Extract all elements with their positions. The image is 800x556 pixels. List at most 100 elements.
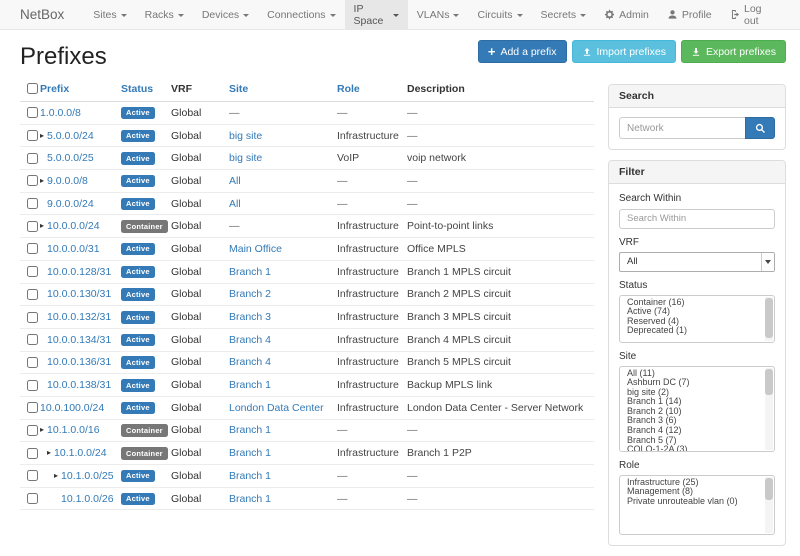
site-link[interactable]: big site xyxy=(229,152,262,164)
search-input[interactable] xyxy=(619,117,745,139)
prefix-link[interactable]: 10.0.0.136/31 xyxy=(47,356,111,368)
site-link[interactable]: Main Office xyxy=(229,243,282,255)
search-within-input[interactable] xyxy=(619,209,775,229)
prefix-link[interactable]: 10.1.0.0/25 xyxy=(61,470,114,482)
row-checkbox[interactable] xyxy=(27,289,38,300)
prefix-link[interactable]: 10.0.0.130/31 xyxy=(47,288,111,300)
description-cell: — xyxy=(407,470,594,482)
description-cell: voip network xyxy=(407,152,594,164)
row-checkbox[interactable] xyxy=(27,493,38,504)
nav-item-ip-space[interactable]: IP Space xyxy=(345,0,408,29)
site-link[interactable]: big site xyxy=(229,130,262,142)
nav-item-vlans[interactable]: VLANs xyxy=(408,0,469,29)
prefix-link[interactable]: 10.0.0.138/31 xyxy=(47,379,111,391)
prefix-link[interactable]: 5.0.0.0/25 xyxy=(47,152,94,164)
nav-item-connections[interactable]: Connections xyxy=(258,0,344,29)
row-checkbox[interactable] xyxy=(27,221,38,232)
admin-link[interactable]: Admin xyxy=(595,0,658,29)
site-link[interactable]: Branch 1 xyxy=(229,379,271,391)
site-link[interactable]: Branch 3 xyxy=(229,311,271,323)
site-link[interactable]: Branch 1 xyxy=(229,447,271,459)
expand-arrow-icon: ▸ xyxy=(40,131,44,140)
add-prefix-button[interactable]: + Add a prefix xyxy=(478,40,567,63)
site-link[interactable]: Branch 1 xyxy=(229,470,271,482)
export-prefixes-button[interactable]: Export prefixes xyxy=(681,40,786,63)
role-cell: Infrastructure xyxy=(337,243,407,255)
scrollbar-thumb[interactable] xyxy=(765,298,773,338)
site-link[interactable]: Branch 2 xyxy=(229,288,271,300)
filter-option[interactable]: Private unrouteable vlan (0) xyxy=(620,497,774,507)
prefix-link[interactable]: 10.0.0.128/31 xyxy=(47,266,111,278)
logout-link[interactable]: Log out xyxy=(721,0,786,29)
chevron-down-icon xyxy=(517,14,523,17)
row-checkbox[interactable] xyxy=(27,334,38,345)
prefix-link[interactable]: 10.0.0.0/24 xyxy=(47,220,100,232)
row-checkbox[interactable] xyxy=(27,130,38,141)
filter-option[interactable]: COLO-1-2A (3) xyxy=(620,445,774,451)
row-checkbox[interactable] xyxy=(27,312,38,323)
row-checkbox[interactable] xyxy=(27,425,38,436)
row-checkbox-cell xyxy=(20,153,40,164)
site-listbox: All (11)Ashburn DC (7)big site (2)Branch… xyxy=(619,366,775,452)
prefix-link[interactable]: 10.0.0.134/31 xyxy=(47,334,111,346)
prefix-link[interactable]: 10.0.100.0/24 xyxy=(40,402,104,414)
row-checkbox[interactable] xyxy=(27,198,38,209)
search-button[interactable] xyxy=(745,117,775,139)
nav-item-sites[interactable]: Sites xyxy=(84,0,135,29)
site-link[interactable]: Branch 4 xyxy=(229,334,271,346)
site-link[interactable]: Branch 1 xyxy=(229,266,271,278)
nav-item-circuits[interactable]: Circuits xyxy=(468,0,531,29)
scrollbar-thumb[interactable] xyxy=(765,369,773,395)
row-checkbox[interactable] xyxy=(27,107,38,118)
select-all-checkbox[interactable] xyxy=(27,83,38,94)
column-header-prefix[interactable]: Prefix xyxy=(40,83,121,95)
row-checkbox-cell xyxy=(20,334,40,345)
prefix-link[interactable]: 1.0.0.0/8 xyxy=(40,107,81,119)
nav-item-racks[interactable]: Racks xyxy=(136,0,193,29)
site-link[interactable]: London Data Center xyxy=(229,402,324,414)
nav-item-label: Circuits xyxy=(477,9,512,21)
site-link[interactable]: Branch 1 xyxy=(229,493,271,505)
row-checkbox[interactable] xyxy=(27,243,38,254)
prefix-link[interactable]: 10.1.0.0/24 xyxy=(54,447,107,459)
site-link[interactable]: All xyxy=(229,175,241,187)
row-checkbox[interactable] xyxy=(27,448,38,459)
nav-item-devices[interactable]: Devices xyxy=(193,0,258,29)
row-checkbox[interactable] xyxy=(27,153,38,164)
empty-dash: — xyxy=(407,130,418,142)
row-checkbox[interactable] xyxy=(27,357,38,368)
description-cell: — xyxy=(407,130,594,142)
scrollbar[interactable] xyxy=(765,297,773,341)
prefix-link[interactable]: 10.1.0.0/26 xyxy=(61,493,114,505)
site-link[interactable]: All xyxy=(229,198,241,210)
column-header-site[interactable]: Site xyxy=(229,83,337,95)
prefix-link[interactable]: 10.0.0.0/31 xyxy=(47,243,100,255)
app-brand[interactable]: NetBox xyxy=(20,0,64,29)
prefix-link[interactable]: 5.0.0.0/24 xyxy=(47,130,94,142)
site-link[interactable]: Branch 4 xyxy=(229,356,271,368)
prefix-link[interactable]: 9.0.0.0/8 xyxy=(47,175,88,187)
scrollbar[interactable] xyxy=(765,368,773,450)
filter-option[interactable]: Deprecated (1) xyxy=(620,326,774,336)
chevron-down-icon xyxy=(121,14,127,17)
prefix-link[interactable]: 10.1.0.0/16 xyxy=(47,424,100,436)
prefix-link[interactable]: 10.0.0.132/31 xyxy=(47,311,111,323)
column-header-role[interactable]: Role xyxy=(337,83,407,95)
column-header-status[interactable]: Status xyxy=(121,83,171,95)
site-link[interactable]: Branch 1 xyxy=(229,424,271,436)
import-prefixes-button[interactable]: Import prefixes xyxy=(572,40,676,63)
scrollbar-thumb[interactable] xyxy=(765,478,773,500)
profile-link[interactable]: Profile xyxy=(658,0,721,29)
nav-item-secrets[interactable]: Secrets xyxy=(532,0,596,29)
prefix-link[interactable]: 9.0.0.0/24 xyxy=(47,198,94,210)
empty-dash: — xyxy=(337,107,348,119)
row-checkbox[interactable] xyxy=(27,266,38,277)
row-checkbox[interactable] xyxy=(27,380,38,391)
vrf-select[interactable]: All xyxy=(619,252,775,272)
row-checkbox[interactable] xyxy=(27,175,38,186)
row-checkbox[interactable] xyxy=(27,470,38,481)
site-cell: big site xyxy=(229,130,337,142)
row-checkbox[interactable] xyxy=(27,402,38,413)
scrollbar[interactable] xyxy=(765,477,773,533)
nav-item-label: Racks xyxy=(145,9,174,21)
